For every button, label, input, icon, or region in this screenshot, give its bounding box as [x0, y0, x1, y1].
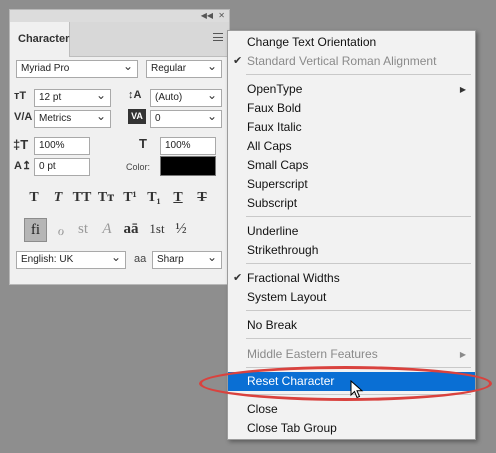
tracking-field[interactable]: 0 [150, 108, 222, 128]
superscript-button[interactable]: T¹ [120, 190, 140, 206]
panel-tab-strip: Character [10, 22, 229, 57]
font-family-value: Myriad Pro [21, 63, 70, 74]
language-value: English: UK [21, 254, 74, 265]
menu-item-label: OpenType [247, 82, 303, 96]
language-select[interactable]: English: UK [16, 249, 126, 269]
kerning-value: Metrics [39, 113, 72, 124]
antialias-value: Sharp [157, 254, 184, 265]
menu-item-label: Small Caps [247, 158, 309, 172]
menu-item-label: Fractional Widths [247, 271, 340, 285]
faux-bold-button[interactable]: T [24, 190, 44, 206]
leading-icon: ↕A [128, 89, 142, 101]
subscript-button[interactable]: T₁ [144, 190, 164, 206]
tracking-icon: VA [128, 109, 146, 124]
menu-item-faux-bold[interactable]: Faux Bold [228, 99, 475, 118]
menu-item-label: Strikethrough [247, 243, 319, 257]
menu-item-close-tab-group[interactable]: Close Tab Group [228, 419, 475, 438]
baseline-shift-icon: A↥ [14, 160, 32, 172]
font-size-field[interactable]: 12 pt [34, 87, 111, 107]
menu-item-label: All Caps [247, 139, 292, 153]
tab-character[interactable]: Character [10, 22, 70, 57]
annotation-ellipse [199, 366, 492, 401]
menu-item-label: Superscript [247, 177, 308, 191]
swash-button[interactable]: A [96, 221, 118, 238]
font-size-icon: тT [14, 90, 27, 102]
menu-separator [246, 74, 471, 75]
fractions-button[interactable]: ½ [170, 221, 192, 238]
menu-item-small-caps[interactable]: Small Caps [228, 156, 475, 175]
standard-ligatures-button[interactable]: fi [24, 218, 47, 242]
menu-item-no-break[interactable]: No Break [228, 316, 475, 335]
font-size-value: 12 pt [39, 92, 62, 103]
menu-item-standard-vertical-roman-alignment: ✔ Standard Vertical Roman Alignment [228, 52, 475, 71]
menu-item-fractional-widths[interactable]: ✔ Fractional Widths [228, 269, 475, 288]
faux-italic-button[interactable]: T [48, 190, 68, 206]
hamburger-menu-icon[interactable] [213, 33, 223, 41]
stylistic-alternates-button[interactable]: aā [120, 221, 142, 238]
contextual-alternates-button[interactable]: ℴ [50, 221, 72, 240]
strikethrough-button[interactable]: T [192, 190, 212, 206]
menu-item-label: Faux Bold [247, 101, 302, 115]
character-panel: ◀◀ ✕ Character Myriad Pro Regular тT 12 … [9, 9, 230, 285]
menu-item-opentype[interactable]: OpenType ▶ [228, 80, 475, 99]
menu-item-subscript[interactable]: Subscript [228, 194, 475, 213]
menu-item-label: Close [247, 402, 278, 416]
horizontal-scale-icon: T [139, 136, 147, 151]
menu-item-label: Middle Eastern Features [247, 347, 378, 361]
baseline-shift-value: 0 pt [39, 161, 56, 172]
menu-item-change-text-orientation[interactable]: Change Text Orientation [228, 33, 475, 52]
font-style-select[interactable]: Regular [146, 58, 222, 78]
all-caps-button[interactable]: TT [72, 190, 92, 206]
menu-item-label: Standard Vertical Roman Alignment [247, 54, 437, 68]
vertical-scale-field[interactable]: 100% [34, 137, 90, 155]
horizontal-scale-value: 100% [165, 140, 191, 151]
horizontal-scale-field[interactable]: 100% [160, 137, 216, 155]
menu-item-all-caps[interactable]: All Caps [228, 137, 475, 156]
menu-item-label: Close Tab Group [247, 421, 337, 435]
menu-item-superscript[interactable]: Superscript [228, 175, 475, 194]
antialias-icon: aa [134, 253, 147, 265]
menu-item-close[interactable]: Close [228, 400, 475, 419]
checkmark-icon: ✔ [233, 55, 243, 67]
submenu-arrow-icon: ▶ [459, 350, 466, 359]
checkmark-icon: ✔ [233, 272, 243, 284]
menu-item-label: Change Text Orientation [247, 35, 377, 49]
menu-item-underline[interactable]: Underline [228, 222, 475, 241]
baseline-shift-field[interactable]: 0 pt [34, 158, 90, 176]
kerning-field[interactable]: Metrics [34, 108, 111, 128]
discretionary-ligatures-button[interactable]: st [72, 221, 94, 238]
small-caps-button[interactable]: Tт [96, 190, 116, 206]
ordinals-button[interactable]: 1st [146, 221, 168, 237]
font-style-value: Regular [151, 63, 187, 74]
menu-item-label: Underline [247, 224, 299, 238]
submenu-arrow-icon: ▶ [459, 85, 466, 94]
vertical-scale-icon: ‡T [13, 137, 29, 152]
panel-title-bar: ◀◀ ✕ [10, 10, 229, 22]
menu-item-strikethrough[interactable]: Strikethrough [228, 241, 475, 260]
menu-separator [246, 216, 471, 217]
antialias-select[interactable]: Sharp [152, 249, 222, 269]
menu-item-label: Subscript [247, 196, 298, 210]
leading-field[interactable]: (Auto) [150, 87, 222, 107]
menu-item-label: No Break [247, 318, 298, 332]
kerning-icon: V/A [14, 111, 33, 123]
menu-item-middle-eastern-features: Middle Eastern Features ▶ [228, 345, 475, 364]
color-label: Color: [126, 162, 151, 172]
double-chevron-icon[interactable]: ◀◀ [201, 11, 213, 21]
menu-item-faux-italic[interactable]: Faux Italic [228, 118, 475, 137]
menu-separator [246, 263, 471, 264]
vertical-scale-value: 100% [39, 140, 65, 151]
color-swatch[interactable] [160, 156, 216, 176]
menu-item-label: Faux Italic [247, 120, 302, 134]
leading-value: (Auto) [155, 92, 183, 103]
tracking-value: 0 [155, 113, 161, 124]
menu-separator [246, 310, 471, 311]
menu-item-system-layout[interactable]: System Layout [228, 288, 475, 307]
font-family-select[interactable]: Myriad Pro [16, 58, 138, 78]
menu-separator [246, 338, 471, 339]
mouse-pointer-icon [350, 380, 364, 399]
close-icon[interactable]: ✕ [218, 11, 225, 21]
underline-button[interactable]: T [168, 190, 188, 206]
menu-item-label: System Layout [247, 290, 327, 304]
